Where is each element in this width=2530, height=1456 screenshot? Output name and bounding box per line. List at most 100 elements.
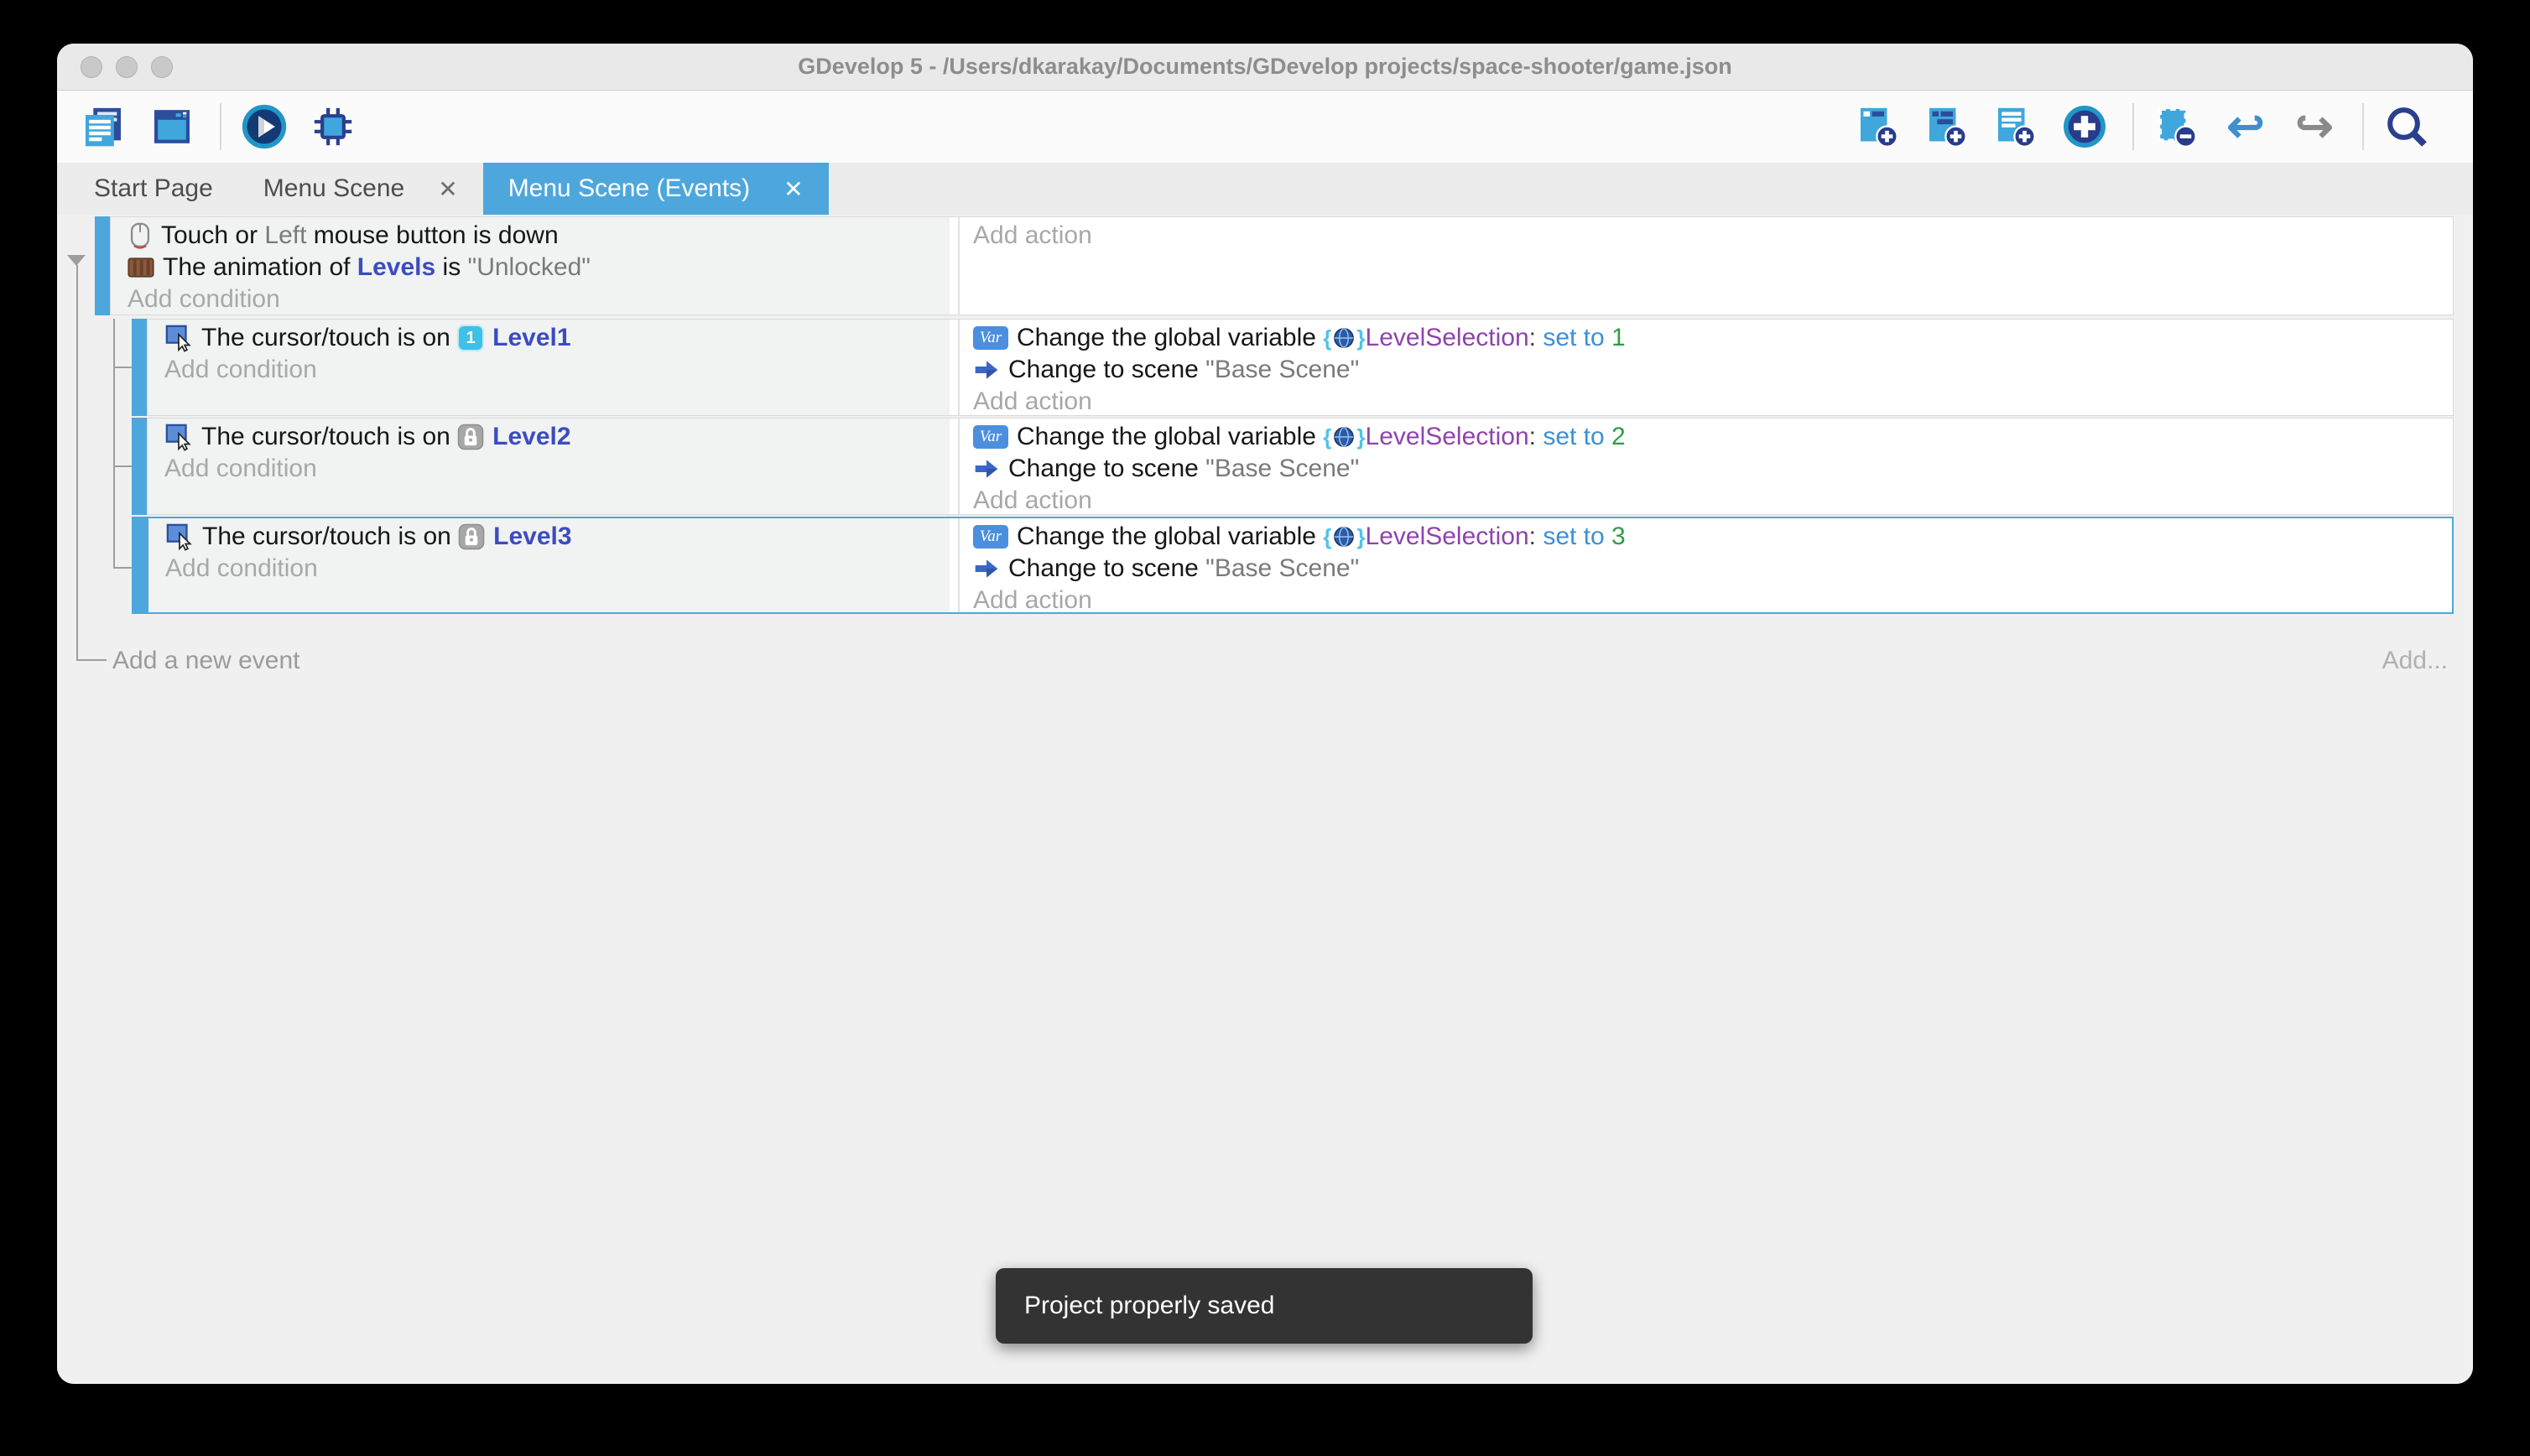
condition-text: mouse button is down <box>306 221 558 250</box>
conditions-actions-divider <box>950 419 960 514</box>
condition-cursor-on[interactable]: The cursor/touch is on Level2 <box>164 421 950 453</box>
action-change-scene[interactable]: Change to scene "Base Scene" <box>973 553 2452 585</box>
condition-animation[interactable]: The animation of Levels is "Unlocked" <box>128 252 950 283</box>
toolbar: ↩ ↪ <box>57 91 2473 163</box>
tab-start-page[interactable]: Start Page <box>69 163 238 215</box>
cursor-touch-icon <box>164 324 193 352</box>
action-change-variable[interactable]: Var Change the global variable {}LevelSe… <box>973 421 2453 453</box>
condition-text: Touch or <box>161 221 264 250</box>
undo-icon[interactable]: ↩ <box>2221 102 2270 151</box>
action-change-scene[interactable]: Change to scene "Base Scene" <box>973 453 2453 485</box>
window-title: GDevelop 5 - /Users/dkarakay/Documents/G… <box>57 44 2473 90</box>
minimize-window-button[interactable] <box>116 56 138 78</box>
debug-icon[interactable] <box>309 102 357 151</box>
event-row-root[interactable]: Touch or Left mouse button is down The a… <box>110 216 2454 315</box>
add-action-link[interactable]: Add action <box>973 585 2452 616</box>
conditions-cell: Touch or Left mouse button is down The a… <box>111 217 950 315</box>
add-condition-link[interactable]: Add condition <box>164 354 950 386</box>
condition-text: The cursor/touch is on <box>201 324 457 352</box>
play-icon[interactable] <box>240 102 289 151</box>
actions-cell: Add action <box>960 217 2453 315</box>
scene-name: "Base Scene" <box>1205 554 1359 583</box>
operator: set to <box>1543 324 1611 352</box>
actions-cell: Var Change the global variable {}LevelSe… <box>960 518 2452 612</box>
redo-icon[interactable]: ↪ <box>2290 102 2339 151</box>
scene-arrow-icon <box>973 557 1000 580</box>
condition-cursor-on[interactable]: The cursor/touch is on Level3 <box>165 521 950 553</box>
add-action-link[interactable]: Add action <box>973 485 2453 517</box>
maximize-window-button[interactable] <box>151 56 173 78</box>
add-condition-link[interactable]: Add condition <box>165 553 950 585</box>
event-bar <box>132 517 147 614</box>
project-manager-icon[interactable] <box>79 102 128 151</box>
operator: set to <box>1543 423 1611 451</box>
scene-arrow-icon <box>973 457 1000 481</box>
event-row-level3[interactable]: The cursor/touch is on Level3 Add condit… <box>147 517 2454 614</box>
action-change-variable[interactable]: Var Change the global variable {}LevelSe… <box>973 322 2453 354</box>
action-text: Change to scene <box>1008 356 1205 384</box>
cursor-touch-icon <box>164 423 193 451</box>
add-action-link[interactable]: Add action <box>973 386 2453 418</box>
action-text: Change the global variable <box>1017 523 1323 551</box>
search-icon[interactable] <box>2382 102 2431 151</box>
choose-add-event-icon[interactable] <box>2060 102 2109 151</box>
action-change-scene[interactable]: Change to scene "Base Scene" <box>973 354 2453 386</box>
level1-object-icon: 1 <box>457 325 484 351</box>
add-comment-icon[interactable] <box>1991 102 2040 151</box>
action-change-variable[interactable]: Var Change the global variable {}LevelSe… <box>973 521 2452 553</box>
tab-menu-scene[interactable]: Menu Scene ✕ <box>238 163 483 215</box>
conditions-actions-divider <box>950 217 960 315</box>
condition-text: The cursor/touch is on <box>201 423 457 451</box>
add-action-link[interactable]: Add action <box>973 220 2453 252</box>
event-bar <box>132 319 147 416</box>
condition-text: The animation of <box>163 253 357 282</box>
action-text: Change the global variable <box>1017 324 1323 352</box>
variable-name: LevelSelection <box>1366 423 1529 451</box>
scene-editor-icon[interactable] <box>148 102 196 151</box>
object-name: Levels <box>357 253 435 282</box>
tab-label: Start Page <box>94 174 213 203</box>
close-tab-icon[interactable]: ✕ <box>783 175 803 203</box>
add-event-icon[interactable] <box>1854 102 1903 151</box>
event-bar <box>132 418 147 515</box>
conditions-actions-divider <box>950 320 960 415</box>
tree-line <box>76 265 78 661</box>
toolbar-divider <box>2132 103 2134 150</box>
condition-text: is <box>435 253 467 282</box>
mouse-icon <box>128 221 153 250</box>
titlebar: GDevelop 5 - /Users/dkarakay/Documents/G… <box>57 44 2473 91</box>
toolbar-divider <box>220 103 221 150</box>
condition-param: Left <box>264 221 306 250</box>
add-new-event-link[interactable]: Add a new event <box>112 644 300 678</box>
scene-arrow-icon <box>973 358 1000 382</box>
variable-name: LevelSelection <box>1366 324 1529 352</box>
add-condition-link[interactable]: Add condition <box>128 283 950 315</box>
globe-icon <box>1333 327 1355 349</box>
add-more-link[interactable]: Add... <box>2382 644 2448 678</box>
tab-label: Menu Scene <box>263 174 404 203</box>
condition-touch-mouse[interactable]: Touch or Left mouse button is down <box>128 220 950 252</box>
cursor-touch-icon <box>165 523 194 551</box>
add-subevent-icon[interactable] <box>1923 102 1971 151</box>
tab-menu-scene-events[interactable]: Menu Scene (Events) ✕ <box>483 163 829 215</box>
operator: set to <box>1543 523 1611 551</box>
tree-line <box>113 319 115 569</box>
variable-name: LevelSelection <box>1366 523 1529 551</box>
value: 2 <box>1611 423 1626 451</box>
scene-name: "Base Scene" <box>1205 455 1359 483</box>
tabbar: Start Page Menu Scene ✕ Menu Scene (Even… <box>57 163 2473 215</box>
object-name: Level2 <box>492 423 570 451</box>
conditions-cell: The cursor/touch is on Level3 Add condit… <box>148 518 950 612</box>
condition-cursor-on[interactable]: The cursor/touch is on 1 Level1 <box>164 322 950 354</box>
tree-line <box>113 567 132 569</box>
event-row-level1[interactable]: The cursor/touch is on 1 Level1 Add condi… <box>147 319 2454 416</box>
event-row-level2[interactable]: The cursor/touch is on Level2 Add condit… <box>147 418 2454 515</box>
object-name: Level1 <box>492 324 570 352</box>
add-condition-link[interactable]: Add condition <box>164 453 950 485</box>
close-tab-icon[interactable]: ✕ <box>438 175 457 203</box>
close-window-button[interactable] <box>81 56 102 78</box>
remove-event-icon[interactable] <box>2153 102 2201 151</box>
object-name: Level3 <box>493 523 571 551</box>
action-text: Change to scene <box>1008 455 1205 483</box>
lock-object-icon <box>457 424 484 450</box>
